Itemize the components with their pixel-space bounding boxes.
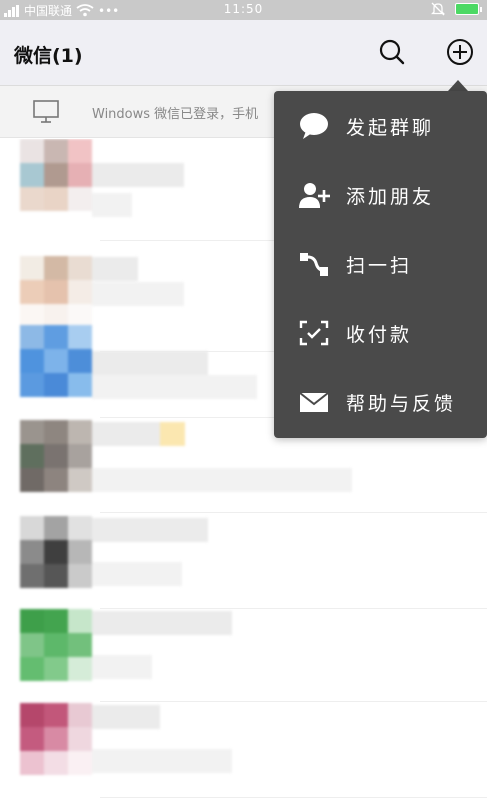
avatar xyxy=(20,139,92,211)
chat-preview-placeholder xyxy=(92,193,132,217)
chat-preview-placeholder xyxy=(92,749,232,773)
menu-item-help-feedback[interactable]: 帮助与反馈 xyxy=(274,367,487,436)
chat-preview-placeholder xyxy=(92,468,352,492)
mail-icon xyxy=(299,392,329,412)
battery-icon xyxy=(455,3,482,15)
menu-item-label: 收付款 xyxy=(346,324,413,346)
chat-name-placeholder xyxy=(92,422,160,446)
chat-preview-placeholder xyxy=(92,655,152,679)
mute-bell-icon xyxy=(431,2,445,16)
menu-item-group-chat[interactable]: 发起群聊 xyxy=(274,91,487,160)
menu-caret xyxy=(448,80,468,91)
status-bar-right xyxy=(431,2,482,16)
chat-name-placeholder xyxy=(92,705,160,729)
avatar xyxy=(20,256,92,328)
chat-bubble-icon xyxy=(300,113,328,139)
row-divider xyxy=(100,512,487,513)
menu-item-scan[interactable]: 扫一扫 xyxy=(274,229,487,298)
add-friend-icon xyxy=(299,183,330,208)
avatar xyxy=(20,325,92,397)
row-divider xyxy=(100,701,487,702)
add-icon[interactable] xyxy=(445,37,475,67)
app-header: 微信(1) xyxy=(0,20,487,86)
chat-row[interactable] xyxy=(0,609,487,703)
status-time: 11:50 xyxy=(223,2,264,16)
chat-name-placeholder xyxy=(92,257,138,281)
banner-text: Windows 微信已登录，手机 xyxy=(92,107,259,122)
page-title: 微信(1) xyxy=(14,45,83,67)
payment-icon xyxy=(299,320,329,346)
plus-popup-menu: 发起群聊 添加朋友 扫一扫 收付款 帮助与反馈 xyxy=(274,91,487,438)
search-icon[interactable] xyxy=(377,37,407,67)
avatar xyxy=(20,609,92,681)
chat-name-placeholder xyxy=(92,518,208,542)
menu-item-label: 扫一扫 xyxy=(346,255,413,277)
menu-item-label: 添加朋友 xyxy=(346,186,435,208)
monitor-icon xyxy=(33,100,59,123)
chat-name-placeholder xyxy=(92,163,184,187)
chat-row[interactable] xyxy=(0,516,487,610)
chat-name-placeholder xyxy=(92,611,232,635)
chat-preview-placeholder xyxy=(92,562,182,586)
scan-icon xyxy=(300,253,328,276)
menu-item-label: 帮助与反馈 xyxy=(346,393,457,415)
chat-row[interactable] xyxy=(0,703,487,797)
status-bar: 中国联通 ••• 11:50 xyxy=(0,0,487,20)
avatar xyxy=(20,420,92,492)
avatar xyxy=(20,516,92,588)
avatar xyxy=(20,703,92,775)
chat-preview-placeholder xyxy=(92,375,257,399)
menu-item-label: 发起群聊 xyxy=(346,117,435,139)
chat-preview-placeholder xyxy=(92,282,184,306)
chat-name-placeholder xyxy=(92,351,208,375)
menu-item-add-friend[interactable]: 添加朋友 xyxy=(274,160,487,229)
chat-badge-placeholder xyxy=(160,422,185,446)
menu-item-payment[interactable]: 收付款 xyxy=(274,298,487,367)
row-divider xyxy=(100,797,487,798)
